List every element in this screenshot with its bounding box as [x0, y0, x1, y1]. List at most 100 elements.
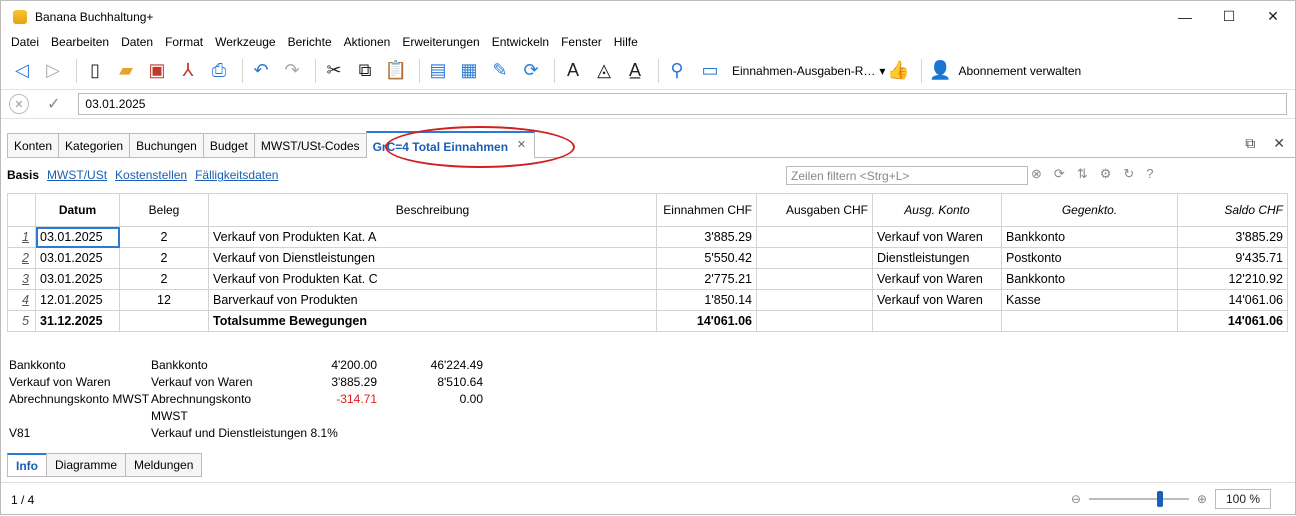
col-header-einnahmen[interactable]: Einnahmen CHF [656, 193, 757, 227]
cell-beleg[interactable] [119, 310, 209, 332]
zoom-in-icon[interactable]: ⊕ [1197, 492, 1207, 506]
filter-input[interactable]: Zeilen filtern <Strg+L> [786, 166, 1028, 185]
tab-budget[interactable]: Budget [202, 133, 255, 157]
cancel-icon[interactable]: ✕ [9, 94, 29, 114]
col-header-datum[interactable]: Datum [35, 193, 120, 227]
cell-ausgaben[interactable] [756, 247, 873, 269]
close-button[interactable]: ✕ [1251, 1, 1295, 32]
table-row[interactable]: 3 03.01.2025 2 Verkauf von Produkten Kat… [7, 268, 1288, 290]
paste-icon[interactable]: 📋 [383, 58, 409, 84]
recalculate-icon[interactable]: ⟳ [518, 58, 544, 84]
cell-saldo[interactable]: 3'885.29 [1177, 226, 1288, 248]
menu-datei[interactable]: Datei [5, 35, 45, 49]
cell-gegenkonto[interactable]: Bankkonto [1001, 226, 1178, 248]
table-row[interactable]: 2 03.01.2025 2 Verkauf von Dienstleistun… [7, 247, 1288, 269]
search-icon[interactable]: ⚲ [664, 58, 690, 84]
row-number[interactable]: 1 [7, 226, 36, 248]
cut-icon[interactable]: ✂ [321, 58, 347, 84]
cell-ausgaben[interactable] [756, 226, 873, 248]
tab-diagramme[interactable]: Diagramme [46, 453, 127, 477]
cell-ausgaben[interactable] [756, 268, 873, 290]
zoom-out-icon[interactable]: ⊖ [1071, 492, 1081, 506]
view-basis[interactable]: Basis [7, 168, 39, 182]
help-icon[interactable]: ? [1146, 166, 1153, 182]
cell-datum[interactable]: 03.01.2025 [35, 247, 120, 269]
sync-icon[interactable]: ↻ [1123, 166, 1134, 182]
col-header-saldo[interactable]: Saldo CHF [1177, 193, 1288, 227]
text-color-icon[interactable]: A̲ [622, 58, 648, 84]
new-file-icon[interactable]: ▯ [82, 58, 108, 84]
cell-saldo[interactable]: 9'435.71 [1177, 247, 1288, 269]
cell-ausgaben[interactable] [756, 310, 873, 332]
refresh-icon[interactable]: ⟳ [1054, 166, 1065, 182]
cell-beschreibung[interactable]: Verkauf von Produkten Kat. C [208, 268, 657, 290]
cell-einnahmen[interactable]: 5'550.42 [656, 247, 757, 269]
menu-aktionen[interactable]: Aktionen [338, 35, 397, 49]
menu-berichte[interactable]: Berichte [282, 35, 338, 49]
col-header-beschreibung[interactable]: Beschreibung [208, 193, 657, 227]
minimize-button[interactable]: — [1163, 1, 1207, 32]
menu-daten[interactable]: Daten [115, 35, 159, 49]
cell-datum[interactable]: 03.01.2025 [35, 226, 120, 248]
tab-kategorien[interactable]: Kategorien [58, 133, 131, 157]
cell-einnahmen[interactable]: 2'775.21 [656, 268, 757, 290]
save-icon[interactable]: ▣ [144, 58, 170, 84]
menu-entwickeln[interactable]: Entwickeln [486, 35, 555, 49]
menu-fenster[interactable]: Fenster [555, 35, 608, 49]
cell-gegenkonto[interactable]: Kasse [1001, 289, 1178, 311]
cell-ausg-konto[interactable]: Verkauf von Waren [872, 268, 1002, 290]
open-folder-icon[interactable]: ▰ [113, 58, 139, 84]
view-kostenstellen[interactable]: Kostenstellen [115, 168, 187, 182]
tab-info[interactable]: Info [7, 453, 47, 477]
cell-beschreibung[interactable]: Barverkauf von Produkten [208, 289, 657, 311]
clear-filter-icon[interactable]: ⊗ [1031, 166, 1042, 182]
menu-hilfe[interactable]: Hilfe [608, 35, 644, 49]
cell-einnahmen[interactable]: 14'061.06 [656, 310, 757, 332]
view-mwst[interactable]: MWST/USt [47, 168, 107, 182]
pdf-icon[interactable]: ⅄ [175, 58, 201, 84]
menu-erweiterungen[interactable]: Erweiterungen [396, 35, 485, 49]
tab-meldungen[interactable]: Meldungen [125, 453, 203, 477]
view-faelligkeitsdaten[interactable]: Fälligkeitsdaten [195, 168, 278, 182]
cell-beleg[interactable]: 2 [119, 226, 209, 248]
cell-beleg[interactable]: 12 [119, 289, 209, 311]
cell-beleg[interactable]: 2 [119, 268, 209, 290]
cell-ausg-konto[interactable]: Verkauf von Waren [872, 226, 1002, 248]
cell-einnahmen[interactable]: 1'850.14 [656, 289, 757, 311]
confirm-icon[interactable]: ✓ [47, 94, 60, 114]
edit-icon[interactable]: ✎ [487, 58, 513, 84]
cell-gegenkonto[interactable]: Postkonto [1001, 247, 1178, 269]
undo-icon[interactable]: ↶ [248, 58, 274, 84]
row-number[interactable]: 3 [7, 268, 36, 290]
cell-saldo[interactable]: 14'061.06 [1177, 289, 1288, 311]
row-number[interactable]: 2 [7, 247, 36, 269]
tab-mwst-ust-codes[interactable]: MWST/USt-Codes [253, 133, 367, 157]
cell-saldo[interactable]: 12'210.92 [1177, 268, 1288, 290]
sort-icon[interactable]: ⇅ [1077, 166, 1088, 182]
copy-icon[interactable]: ⧉ [352, 58, 378, 84]
cell-einnahmen[interactable]: 3'885.29 [656, 226, 757, 248]
layout-select[interactable]: ▭ Einnahmen-Ausgaben-R… ▾ 👍 [697, 58, 916, 84]
row-number[interactable]: 5 [7, 310, 36, 332]
font-icon[interactable]: A [560, 58, 586, 84]
cell-datum[interactable]: 03.01.2025 [35, 268, 120, 290]
cell-beleg[interactable]: 2 [119, 247, 209, 269]
thumb-up-icon[interactable]: 👍 [885, 58, 911, 84]
insert-row-icon[interactable]: ▤ [425, 58, 451, 84]
cell-datum[interactable]: 31.12.2025 [35, 310, 120, 332]
zoom-slider-thumb[interactable] [1156, 491, 1163, 507]
menu-werkzeuge[interactable]: Werkzeuge [209, 35, 281, 49]
cell-gegenkonto[interactable] [1001, 310, 1178, 332]
cell-ausg-konto[interactable] [872, 310, 1002, 332]
settings-gear-icon[interactable]: ⚙ [1100, 166, 1112, 182]
cell-beschreibung[interactable]: Totalsumme Bewegungen [208, 310, 657, 332]
cell-datum[interactable]: 12.01.2025 [35, 289, 120, 311]
close-table-icon[interactable]: ✕ [1273, 135, 1285, 152]
tab-buchungen[interactable]: Buchungen [129, 133, 204, 157]
col-header-beleg[interactable]: Beleg [119, 193, 209, 227]
cell-ausg-konto[interactable]: Dienstleistungen [872, 247, 1002, 269]
menu-bearbeiten[interactable]: Bearbeiten [45, 35, 115, 49]
menu-format[interactable]: Format [159, 35, 209, 49]
detach-window-icon[interactable]: ⧉ [1245, 135, 1255, 152]
cell-gegenkonto[interactable]: Bankkonto [1001, 268, 1178, 290]
